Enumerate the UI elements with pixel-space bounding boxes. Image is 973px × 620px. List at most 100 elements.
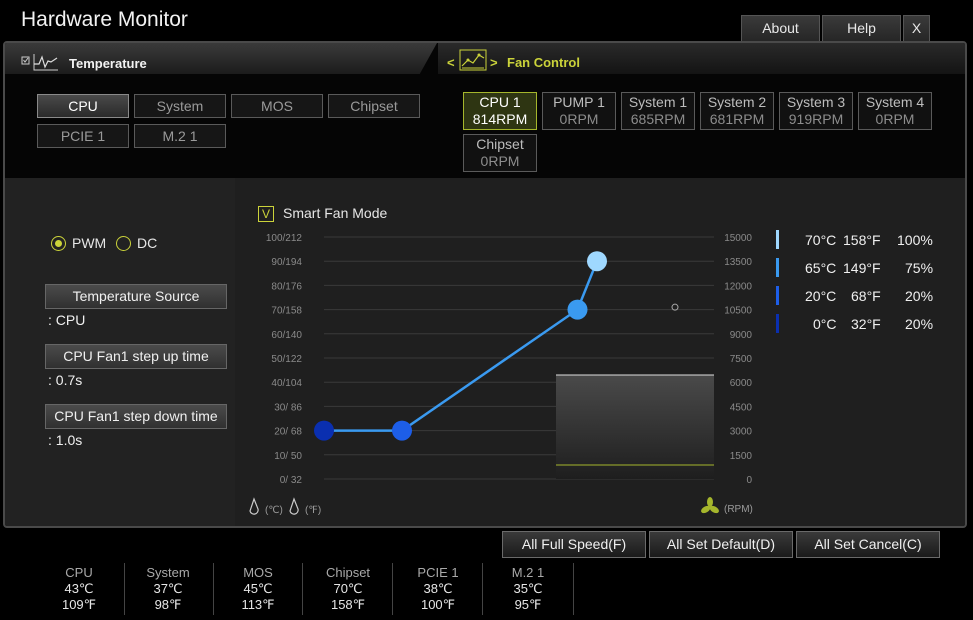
bottom-temp-celsius: 45℃ [243,581,273,596]
bottom-temp-fahrenheit: 100℉ [420,597,456,612]
fan-name: System 3 [786,94,846,110]
fan-chipset[interactable]: Chipset 0RPM [463,134,537,172]
bottom-temp-name: Chipset [325,565,371,580]
fan-system4[interactable]: System 4 0RPM [858,92,932,130]
right-tick-label: 3000 [730,427,753,438]
thermometer-celsius-icon [249,497,259,515]
fan-name: System 2 [707,94,767,110]
unit-fahrenheit-label: (℉) [305,505,321,516]
dc-label: DC [137,235,158,251]
bottom-temp-name: CPU [65,565,93,580]
legend-celsius: 65°C [805,260,837,276]
left-tick-label: 60/140 [271,330,302,341]
current-rpm-region [556,374,714,479]
left-tick-label: 50/122 [271,354,302,365]
legend-color-bar [776,314,779,333]
fan-rpm: 0RPM [480,153,520,169]
fan-rpm: 0RPM [875,111,915,127]
legend-percent: 100% [897,232,933,248]
fan-system1[interactable]: System 1 685RPM [621,92,695,130]
legend-fahrenheit: 68°F [851,288,881,304]
fan-name: Chipset [476,136,524,152]
temperature-source-value: : CPU [48,312,86,328]
fan-name: PUMP 1 [553,94,605,110]
curve-point-4[interactable] [587,251,607,272]
right-tick-label: 7500 [730,354,753,365]
bottom-temp-celsius: 37℃ [153,581,183,596]
fan-prev-arrow[interactable]: < [447,55,455,70]
bottom-temp-pcie1: PCIE 1 38℃ 100℉ [392,565,484,613]
smart-fan-checkbox[interactable]: V [258,206,274,222]
left-tick-label: 10/ 50 [274,451,302,462]
temperature-source-button[interactable]: Temperature Source [45,284,227,309]
step-down-time-button[interactable]: CPU Fan1 step down time [45,404,227,429]
left-tick-label: 30/ 86 [274,402,302,413]
dc-radio[interactable] [116,236,131,251]
fan-system2[interactable]: System 2 681RPM [700,92,774,130]
all-full-speed-button[interactable]: All Full Speed(F) [502,531,646,558]
curve-point-1[interactable] [314,420,334,441]
step-down-time-value: : 1.0s [48,432,83,448]
right-tick-label: 13500 [724,257,752,268]
temp-sensor-pcie1[interactable]: PCIE 1 [37,124,129,148]
right-tick-label: 1500 [730,451,753,462]
right-tick-label: 15000 [724,233,752,244]
curve-point-3[interactable] [567,299,588,320]
temp-sensor-cpu[interactable]: CPU [37,94,129,118]
legend-celsius: 70°C [805,232,837,248]
fan-curve-chart[interactable]: 100/212 1500090/194 1350080/176 1200070/158… [240,225,760,525]
pwm-radio[interactable] [51,236,66,251]
bottom-temp-celsius: 43℃ [64,581,94,596]
fan-rpm: 685RPM [630,111,686,127]
temperature-graph-icon [21,54,58,71]
legend-celsius: 0°C [813,316,837,332]
fan-name: CPU 1 [479,94,521,110]
step-up-time-button[interactable]: CPU Fan1 step up time [45,344,227,369]
bottom-temp-name: PCIE 1 [417,565,459,580]
divider [573,563,574,615]
unit-celsius-label: (℃) [265,505,283,516]
fan-rpm: 814RPM [472,111,528,127]
unit-rpm-label: (RPM) [724,504,753,515]
left-tick-label: 0/ 32 [280,475,303,486]
left-tick-label: 80/176 [271,281,302,292]
bottom-temp-fahrenheit: 95℉ [514,597,542,612]
help-button[interactable]: Help [822,15,901,41]
all-set-default-button[interactable]: All Set Default(D) [649,531,793,558]
step-up-time-value: : 0.7s [48,372,83,388]
legend-percent: 20% [905,316,934,332]
about-button[interactable]: About [741,15,820,41]
fan-control-tab-label: Fan Control [507,55,580,70]
bottom-temp-m2-1: M.2 1 35℃ 95℉ [482,565,574,613]
right-tick-label: 6000 [730,378,753,389]
legend-fahrenheit: 149°F [843,260,881,276]
fan-cpu1[interactable]: CPU 1 814RPM [463,92,537,130]
legend-fahrenheit: 158°F [843,232,881,248]
fan-name: System 1 [628,94,688,110]
legend-percent: 20% [905,288,934,304]
left-tick-label: 90/194 [271,257,302,268]
fan-system3[interactable]: System 3 919RPM [779,92,853,130]
bottom-temp-fahrenheit: 158℉ [330,597,366,612]
bottom-temp-celsius: 35℃ [513,581,543,596]
fan-next-arrow[interactable]: > [490,55,498,70]
temp-sensor-mos[interactable]: MOS [231,94,323,118]
temp-sensor-chipset[interactable]: Chipset [328,94,420,118]
temp-sensor-system[interactable]: System [134,94,226,118]
bottom-temp-celsius: 70℃ [333,581,363,596]
fan-pump1[interactable]: PUMP 1 0RPM [542,92,616,130]
all-set-cancel-button[interactable]: All Set Cancel(C) [796,531,940,558]
temp-sensor-m2-1[interactable]: M.2 1 [134,124,226,148]
legend-fahrenheit: 32°F [851,316,881,332]
close-button[interactable]: X [903,15,930,41]
right-tick-label: 10500 [724,306,752,317]
fan-control-graph-icon [459,49,487,71]
curve-point-2[interactable] [392,420,412,441]
bottom-temp-name: M.2 1 [511,565,545,580]
legend-celsius: 20°C [805,288,837,304]
left-tick-label: 70/158 [271,306,302,317]
fan-name: System 4 [865,94,925,110]
header-area: Temperature < > Fan Control CPU System M… [5,43,965,178]
right-tick-label: 9000 [730,330,753,341]
left-tick-label: 100/212 [266,233,303,244]
